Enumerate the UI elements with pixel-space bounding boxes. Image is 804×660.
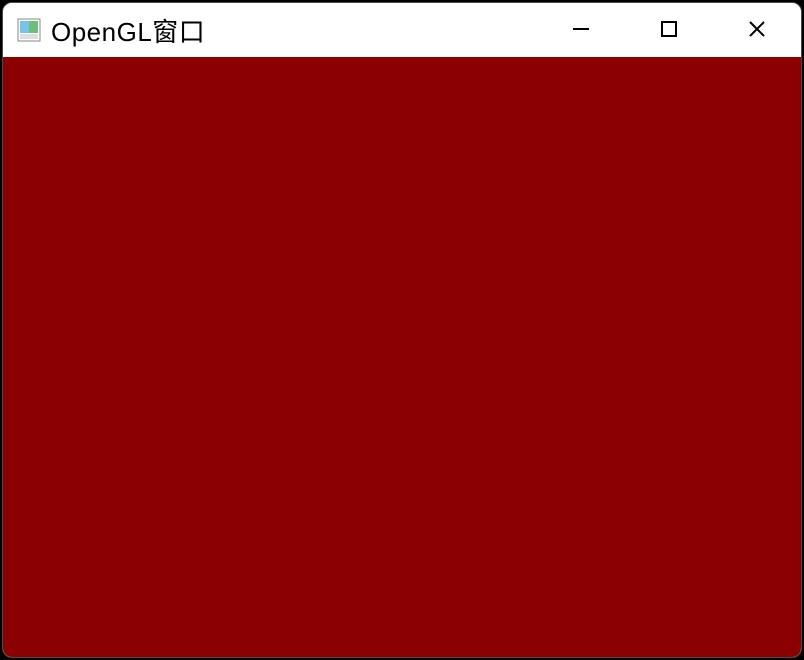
close-button[interactable] — [713, 3, 801, 57]
gl-viewport — [3, 57, 801, 657]
window-title: OpenGL窗口 — [51, 12, 537, 49]
titlebar[interactable]: OpenGL窗口 — [3, 3, 801, 57]
close-icon — [747, 19, 767, 42]
window-controls — [537, 3, 801, 57]
application-window: OpenGL窗口 — [2, 2, 802, 658]
maximize-button[interactable] — [625, 3, 713, 57]
minimize-button[interactable] — [537, 3, 625, 57]
maximize-icon — [659, 19, 679, 42]
app-icon — [15, 16, 43, 44]
minimize-icon — [571, 19, 591, 42]
